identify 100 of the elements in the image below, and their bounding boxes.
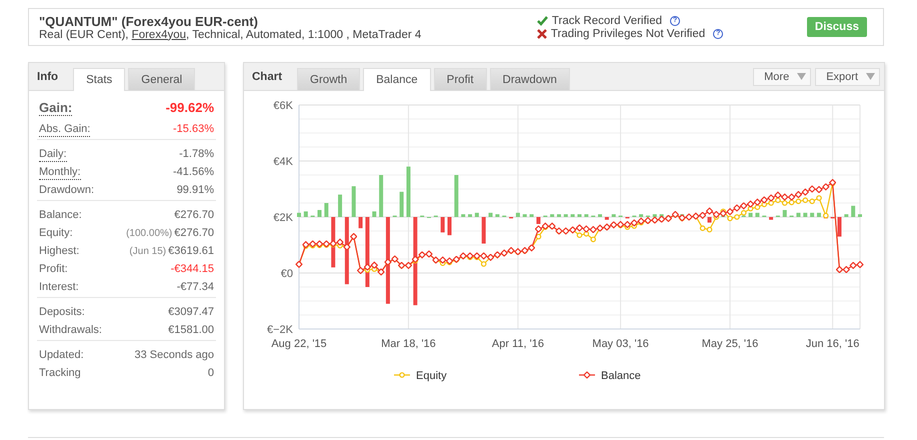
bar [488, 212, 493, 217]
caret-icon [866, 73, 875, 80]
bar [584, 214, 588, 217]
bar [858, 214, 862, 217]
bar [530, 214, 534, 217]
panel-heading: Chart [252, 70, 282, 82]
bar [406, 166, 410, 217]
dropdown-button[interactable]: Export [815, 68, 880, 86]
axis-label: €4K [273, 156, 293, 168]
stat-label: Drawdown: [39, 184, 94, 198]
dropdown-button[interactable]: More [753, 68, 812, 86]
tab[interactable]: Profit [434, 68, 487, 90]
bar [344, 217, 349, 284]
stat-value: -41.56% [173, 166, 214, 178]
caret-icon [797, 73, 806, 80]
stat-value: 0 [208, 367, 214, 379]
stat-label: Equity: [39, 227, 73, 241]
stat-value: -€77.34 [176, 281, 214, 293]
bar [495, 214, 500, 217]
legend-label[interactable]: Balance [601, 370, 641, 382]
bar [461, 214, 466, 217]
axis-label: May 03, '16 [592, 338, 649, 350]
bar [318, 210, 322, 217]
axis-label: Apr 11, '16 [492, 338, 544, 350]
bar [358, 217, 363, 228]
bar [748, 212, 753, 217]
bar [536, 217, 540, 224]
check-icon [536, 16, 548, 26]
axis-label: Aug 22, '15 [271, 338, 327, 350]
axis-label: €0 [280, 268, 293, 280]
tab[interactable]: Drawdown [490, 68, 570, 90]
stat-label: Deposits: [39, 306, 85, 320]
bar [816, 212, 821, 217]
bar [564, 214, 568, 217]
stat-value: 99.91% [176, 184, 214, 196]
bar [352, 186, 356, 217]
bar [707, 217, 712, 223]
stat-label[interactable]: Daily: [39, 148, 67, 162]
bar [556, 214, 561, 217]
stat-value: -1.78% [179, 148, 214, 160]
stat-note: (100.00%) [126, 228, 172, 239]
bar [803, 212, 808, 217]
bar [413, 217, 418, 306]
stat-value: -99.62% [166, 100, 214, 115]
tab[interactable]: Balance [363, 68, 431, 91]
axis-label: €−2K [267, 324, 293, 336]
bar [440, 217, 445, 232]
bar [516, 212, 520, 217]
stat-value: €3097.47 [168, 306, 214, 318]
bar [570, 214, 575, 217]
stat-label[interactable]: Gain: [39, 100, 72, 116]
bar [796, 212, 800, 217]
axis-label: Mar 18, '16 [381, 338, 436, 350]
bar [837, 217, 842, 237]
stat-label[interactable]: Monthly: [39, 166, 81, 180]
bar [550, 214, 554, 217]
tab[interactable]: Growth [297, 68, 360, 90]
stat-label: Balance: [39, 209, 82, 223]
bar [379, 175, 384, 217]
bar [297, 212, 301, 217]
bar [324, 203, 328, 217]
stat-value: €1581.00 [168, 324, 214, 336]
bar [578, 214, 582, 217]
axis-label: €6K [273, 100, 293, 112]
bar [386, 217, 390, 304]
verification-status: Trading Privileges Not Verified [550, 28, 706, 40]
account-title: "QUANTUM" (Forex4you EUR-cent) [39, 14, 259, 28]
bar [604, 217, 609, 220]
stat-label: Highest: [39, 245, 80, 259]
stat-value: -€344.15 [170, 263, 214, 275]
bar [844, 214, 848, 217]
bar [652, 214, 657, 217]
stat-value: €276.70 [174, 227, 214, 239]
account-details: Real (EUR Cent), Forex4you, Technical, Automated, 1:1000 , MetaTrader 4 [39, 28, 422, 40]
stat-label: Interest: [39, 281, 79, 295]
stat-note: (Jun 15) [129, 246, 166, 257]
bar [372, 211, 376, 217]
verification-status: Track Record Verified [552, 14, 662, 26]
axis-label: €2K [273, 212, 293, 224]
bar [304, 211, 308, 217]
tab[interactable]: Stats [73, 68, 126, 91]
stat-value: €3619.61 [168, 245, 214, 257]
bar [755, 212, 760, 217]
stat-label[interactable]: Abs. Gain: [39, 123, 90, 137]
bar [468, 214, 472, 217]
legend-symbol-icon [579, 372, 595, 378]
broker-link[interactable]: Forex4you [132, 28, 186, 40]
bar [522, 214, 527, 217]
stat-value: 33 Seconds ago [134, 349, 214, 361]
panel-heading: Info [37, 70, 58, 82]
legend-label[interactable]: Equity [416, 370, 447, 382]
stat-label: Profit: [39, 263, 68, 277]
bar [454, 175, 458, 217]
bar [612, 214, 616, 217]
bar [474, 212, 479, 217]
stat-value: -15.63% [173, 123, 214, 135]
bar [448, 217, 452, 236]
tab[interactable]: General [128, 68, 196, 90]
stat-label: Tracking [39, 367, 81, 381]
bar [639, 214, 644, 217]
